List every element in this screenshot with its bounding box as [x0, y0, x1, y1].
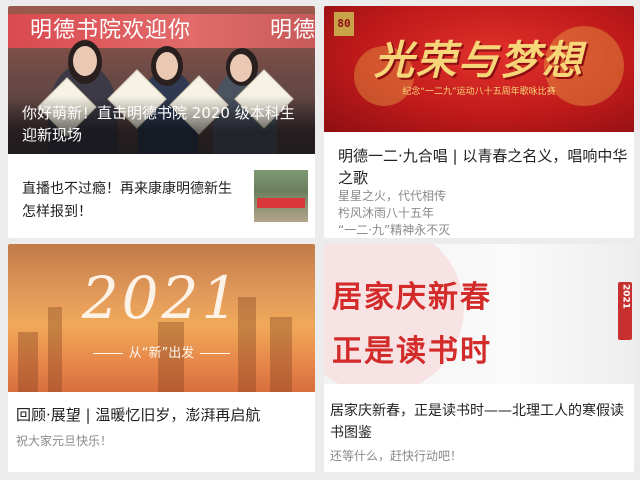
- welcome-photo: 明德书院欢迎你 明德 你好萌新！直击明德书院 2020 级本科生迎新现场: [8, 6, 315, 154]
- skyline-building: [18, 332, 38, 392]
- summary-line: 星星之火，代代相传: [338, 189, 447, 203]
- year-text: 2021: [81, 264, 242, 332]
- article-card-reading[interactable]: 居家庆新春 正是读书时 2021 居家庆新春，正是读书时——北理工人的寒假读书图…: [324, 244, 634, 472]
- article-card-welcome[interactable]: 明德书院欢迎你 明德 你好萌新！直击明德书院 2020 级本科生迎新现场 直播也…: [8, 6, 315, 238]
- summary-line: “一二·九”精神永不灭: [338, 223, 451, 237]
- newyear-banner: 2021 从“新”出发: [8, 244, 315, 392]
- article-title: 明德一二·九合唱 | 以青春之名义，唱响中华之歌: [338, 147, 628, 187]
- banner-text: 明德书院欢迎你: [30, 18, 192, 43]
- article-title: 居家庆新春，正是读书时——北理工人的寒假读书图鉴: [330, 403, 624, 441]
- slogan-text: 从“新”出发: [128, 346, 195, 361]
- reading-banner: 居家庆新春 正是读书时 2021: [324, 244, 634, 384]
- article-summary: 祝大家元旦快乐！: [16, 434, 113, 448]
- year-tag: 2021: [618, 282, 632, 340]
- student-face: [73, 46, 97, 76]
- chorus-poster: 80 光荣与梦想 纪念“一二九”运动八十五周年歌咏比赛: [324, 6, 634, 132]
- year-tag-text: 2021: [620, 284, 631, 310]
- related-article-thumbnail[interactable]: [254, 170, 308, 222]
- divider: [92, 353, 123, 354]
- banner-line: 正是读书时: [332, 334, 492, 369]
- article-card-newyear[interactable]: 2021 从“新”出发 回顾·展望 | 温暖忆旧岁，澎湃再启航 祝大家元旦快乐！: [8, 244, 315, 472]
- poster-subtitle: 纪念“一二九”运动八十五周年歌咏比赛: [402, 87, 556, 97]
- thumbnail-banner: [257, 198, 305, 208]
- slogan: 从“新”出发: [8, 342, 315, 361]
- student-face: [156, 52, 178, 80]
- article-summary: 星星之火，代代相传 枍风沐雨八十五年 “一二·九”精神永不灭: [338, 188, 628, 238]
- welcome-banner: 明德书院欢迎你 明德: [8, 14, 315, 48]
- student-face: [230, 54, 252, 82]
- banner-text-right: 明德: [270, 18, 315, 43]
- related-article-title[interactable]: 直播也不过瘾！再来康康明德新生怎样报到！: [22, 178, 244, 224]
- article-summary: 还等什么，赶快行动吧！: [330, 449, 463, 463]
- article-title: 你好萌新！直击明德书院 2020 级本科生迎新现场: [22, 104, 295, 144]
- article-card-chorus[interactable]: 80 光荣与梦想 纪念“一二九”运动八十五周年歌咏比赛 明德一二·九合唱 | 以…: [324, 6, 634, 238]
- poster-title: 光荣与梦想: [374, 37, 584, 84]
- article-title: 回顾·展望 | 温暖忆旧岁，澎湃再启航: [16, 406, 261, 424]
- summary-line: 枍风沐雨八十五年: [338, 206, 435, 220]
- banner-line: 居家庆新春: [332, 280, 492, 315]
- divider: [200, 353, 231, 354]
